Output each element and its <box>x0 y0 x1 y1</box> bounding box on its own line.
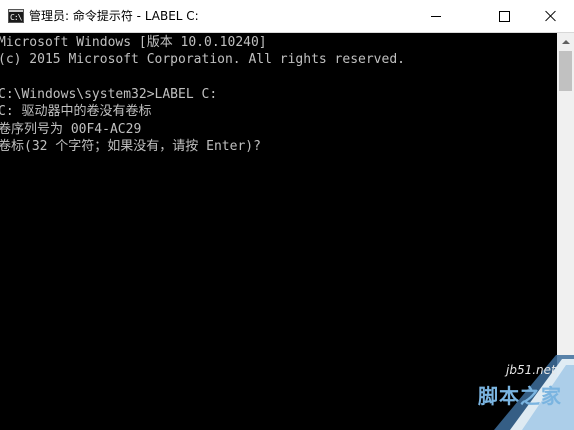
command-prompt-window: C:\ 管理员: 命令提示符 - LABEL C: Microsoft Wind… <box>0 0 574 430</box>
minimize-button[interactable] <box>413 0 459 32</box>
app-icon-glyph: C:\ <box>10 13 22 22</box>
scrollbar-thumb[interactable] <box>559 51 572 91</box>
watermark-url: jb51.net <box>506 363 556 377</box>
maximize-icon <box>498 10 510 22</box>
maximize-button[interactable] <box>481 0 527 32</box>
scroll-up-arrow-icon <box>561 39 570 44</box>
close-button[interactable] <box>528 0 574 32</box>
site-watermark: jb51.net 脚本之家 <box>434 355 574 430</box>
cmd-app-icon[interactable]: C:\ <box>8 9 24 23</box>
console-line: 卷标(32 个字符；如果没有，请按 Enter)? <box>0 139 261 154</box>
scroll-up-button[interactable] <box>557 33 574 50</box>
watermark-name: 脚本之家 <box>478 384 562 408</box>
title-bar[interactable]: C:\ 管理员: 命令提示符 - LABEL C: <box>0 0 574 33</box>
window-title: 管理员: 命令提示符 - LABEL C: <box>29 9 199 23</box>
console-line: Microsoft Windows [版本 10.0.10240] <box>0 35 267 50</box>
app-icon-bar <box>9 10 23 12</box>
close-icon <box>545 10 557 22</box>
console-line: C: 驱动器中的卷没有卷标 <box>0 104 152 119</box>
minimize-icon <box>431 15 441 17</box>
console-line: 卷序列号为 00F4-AC29 <box>0 122 142 137</box>
console-line: (c) 2015 Microsoft Corporation. All righ… <box>0 52 405 67</box>
console-line: C:\Windows\system32>LABEL C: <box>0 87 218 102</box>
